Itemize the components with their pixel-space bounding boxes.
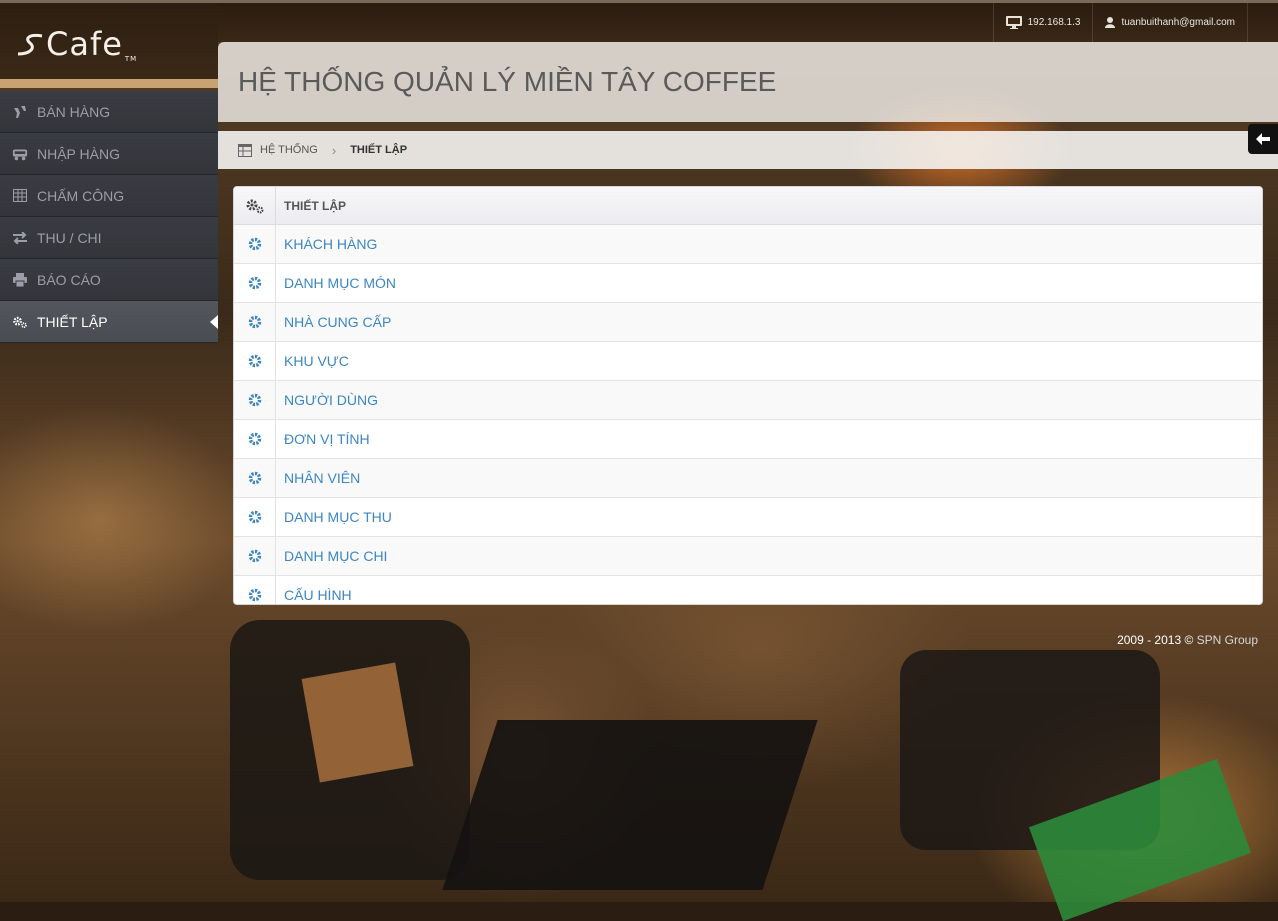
- settings-row-cau-hinh[interactable]: CẤU HÌNH: [234, 576, 1262, 604]
- page-header: HỆ THỐNG QUẢN LÝ MIỀN TÂY COFFEE: [218, 42, 1278, 122]
- back-button[interactable]: [1248, 124, 1278, 154]
- gear-icon: [234, 459, 276, 497]
- sidebar-item-label: BÁN HÀNG: [37, 103, 111, 120]
- settings-row-danh-muc-thu[interactable]: DANH MỤC THU: [234, 498, 1262, 537]
- sidebar-item-ban-hang[interactable]: BÁN HÀNG: [0, 91, 218, 133]
- breadcrumb-separator-icon: ›: [331, 142, 337, 158]
- settings-table-title: THIẾT LẬP: [284, 198, 346, 213]
- sidebar-item-label: THIẾT LẬP: [37, 313, 108, 330]
- gear-icon: [234, 537, 276, 575]
- settings-link[interactable]: NGƯỜI DÙNG: [276, 381, 378, 419]
- settings-link[interactable]: DANH MỤC CHI: [276, 537, 387, 575]
- settings-row-don-vi-tinh[interactable]: ĐƠN VỊ TÍNH: [234, 420, 1262, 459]
- settings-row-nhan-vien[interactable]: NHÂN VIÊN: [234, 459, 1262, 498]
- coffee-icon: [12, 105, 28, 119]
- settings-row-khach-hang[interactable]: KHÁCH HÀNG: [234, 225, 1262, 264]
- sidebar-item-label: NHẬP HÀNG: [37, 145, 120, 162]
- user-menu[interactable]: tuanbuithanh@gmail.com: [1092, 3, 1248, 42]
- logo-area[interactable]: Cafe TM: [0, 3, 218, 79]
- monitor-icon: [1005, 16, 1022, 29]
- truck-icon: [12, 147, 28, 161]
- home-icon: [238, 143, 252, 157]
- settings-row-danh-muc-chi[interactable]: DANH MỤC CHI: [234, 537, 1262, 576]
- settings-link[interactable]: DANH MỤC MÓN: [276, 264, 396, 302]
- arrow-left-icon: [1256, 133, 1270, 145]
- table-icon: [12, 189, 28, 203]
- ip-address: 192.168.1.3: [1027, 17, 1081, 28]
- sidebar-item-label: CHẤM CÔNG: [37, 187, 125, 204]
- settings-link[interactable]: DANH MỤC THU: [276, 498, 392, 536]
- ip-indicator[interactable]: 192.168.1.3: [992, 3, 1093, 42]
- gears-icon: [234, 187, 276, 224]
- print-icon: [12, 272, 28, 287]
- settings-row-nha-cung-cap[interactable]: NHÀ CUNG CẤP: [234, 303, 1262, 342]
- settings-link[interactable]: KHÁCH HÀNG: [276, 225, 377, 263]
- settings-link[interactable]: KHU VỰC: [276, 342, 349, 380]
- sidebar-item-thiet-lap[interactable]: THIẾT LẬP: [0, 301, 218, 343]
- gear-icon: [234, 342, 276, 380]
- settings-row-nguoi-dung[interactable]: NGƯỜI DÙNG: [234, 381, 1262, 420]
- settings-link[interactable]: ĐƠN VỊ TÍNH: [276, 420, 370, 458]
- active-caret-icon: [210, 315, 218, 329]
- settings-link[interactable]: NHÂN VIÊN: [276, 459, 360, 497]
- sidebar-item-bao-cao[interactable]: BÁO CÁO: [0, 259, 218, 301]
- gear-icon: [234, 381, 276, 419]
- breadcrumb: HỆ THỐNG › THIẾT LẬP: [218, 131, 1278, 169]
- sidebar-item-thu-chi[interactable]: THU / CHI: [0, 217, 218, 259]
- sidebar-item-label: THU / CHI: [37, 229, 102, 246]
- sidebar-item-cham-cong[interactable]: CHẤM CÔNG: [0, 175, 218, 217]
- footer-copyright: 2009 - 2013 ©: [1117, 633, 1194, 647]
- breadcrumb-home[interactable]: HỆ THỐNG: [238, 143, 318, 157]
- sidebar-item-nhap-hang[interactable]: NHẬP HÀNG: [0, 133, 218, 175]
- settings-link[interactable]: NHÀ CUNG CẤP: [276, 303, 391, 341]
- gear-icon: [234, 303, 276, 341]
- settings-table-header: THIẾT LẬP: [234, 187, 1262, 225]
- settings-table: THIẾT LẬP KHÁCH HÀNG DANH MỤC MÓN NHÀ CU…: [233, 186, 1263, 605]
- page-title: HỆ THỐNG QUẢN LÝ MIỀN TÂY COFFEE: [238, 66, 777, 97]
- breadcrumb-current: THIẾT LẬP: [350, 144, 408, 156]
- sidebar-item-label: BÁO CÁO: [37, 271, 101, 288]
- user-icon: [1105, 17, 1116, 28]
- settings-link[interactable]: CẤU HÌNH: [276, 576, 352, 604]
- gears-icon: [12, 315, 28, 329]
- logo-mark-icon: [17, 34, 43, 56]
- gear-icon: [234, 225, 276, 263]
- logo-stripe: [0, 79, 218, 88]
- footer: 2009 - 2013 © SPN Group: [1117, 633, 1258, 647]
- gear-icon: [234, 498, 276, 536]
- gear-icon: [234, 420, 276, 458]
- transfer-icon: [12, 231, 28, 245]
- gear-icon: [234, 264, 276, 302]
- settings-row-khu-vuc[interactable]: KHU VỰC: [234, 342, 1262, 381]
- footer-brand-link[interactable]: SPN Group: [1197, 633, 1258, 647]
- user-email: tuanbuithanh@gmail.com: [1121, 17, 1235, 28]
- settings-row-danh-muc-mon[interactable]: DANH MỤC MÓN: [234, 264, 1262, 303]
- sidebar-nav: BÁN HÀNG NHẬP HÀNG CHẤM CÔNG THU / CHI B…: [0, 91, 218, 343]
- logo: Cafe TM: [16, 25, 137, 63]
- gear-icon: [234, 576, 276, 604]
